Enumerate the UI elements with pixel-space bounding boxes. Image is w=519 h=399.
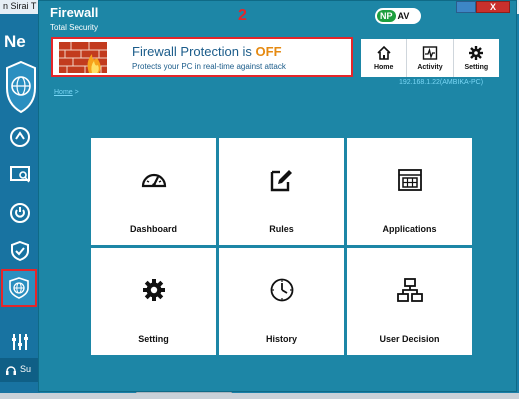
firewall-status-banner: Firewall Protection is OFF Protects your… — [51, 37, 353, 77]
breadcrumb: Home > — [54, 89, 79, 96]
firewall-globe-icon — [9, 277, 29, 299]
gear-icon — [469, 46, 484, 60]
nav-activity-button[interactable]: Activity — [406, 39, 452, 77]
nav-setting-button[interactable]: Setting — [452, 39, 499, 77]
home-icon — [377, 45, 391, 60]
banner-title: Firewall Protection is OFF — [132, 44, 282, 59]
tile-user-decision[interactable]: User Decision — [347, 248, 472, 355]
support-label: Su — [20, 364, 32, 374]
tile-user-decision-label: User Decision — [379, 334, 440, 344]
window-title: Firewall — [50, 5, 99, 20]
headset-icon — [6, 366, 16, 375]
background-title: n Sirai T — [3, 1, 37, 11]
banner-subtitle: Protects your PC in real-time against at… — [132, 62, 286, 71]
edit-icon — [270, 170, 292, 192]
nav-home-button[interactable]: Home — [361, 39, 406, 77]
sidebar-tools-icon[interactable] — [5, 327, 35, 357]
firewall-feature-grid: Dashboard Rules Applications Setting His… — [91, 138, 472, 355]
tile-setting[interactable]: Setting — [91, 248, 216, 355]
logo-np: NP — [377, 10, 396, 22]
sidebar-scan-icon[interactable] — [5, 122, 35, 152]
sidebar-monitor-icon[interactable] — [5, 160, 35, 190]
tile-history-label: History — [265, 334, 297, 344]
tile-applications[interactable]: Applications — [347, 138, 472, 245]
sidebar-update-icon[interactable] — [5, 198, 35, 228]
annotation-marker-2: 2 — [238, 7, 247, 24]
nav-activity-label: Activity — [417, 64, 443, 71]
host-address: 192.168.1.22(AMBIKA-PC) — [399, 79, 484, 86]
nav-home-label: Home — [373, 64, 394, 71]
background-brand: Ne — [4, 32, 26, 51]
tile-setting-label: Setting — [138, 334, 169, 344]
tile-history[interactable]: History — [219, 248, 344, 355]
firewall-status-text: OFF — [255, 44, 282, 59]
logo-av: AV — [397, 11, 410, 21]
shield-globe-icon — [6, 60, 36, 114]
applications-icon — [397, 169, 422, 191]
minimize-button[interactable] — [456, 1, 476, 13]
speedometer-icon — [141, 173, 166, 188]
window-subtitle: Total Security — [50, 23, 99, 32]
background-sidebar: Ne — [0, 14, 40, 399]
breadcrumb-home-link[interactable]: Home — [54, 89, 73, 96]
tile-rules-label: Rules — [269, 224, 294, 234]
clock-icon — [270, 278, 293, 302]
tile-dashboard-label: Dashboard — [129, 224, 177, 234]
npav-logo: NP AV — [375, 8, 421, 24]
breadcrumb-separator: > — [74, 89, 79, 96]
background-bottom-strip — [0, 393, 519, 399]
firewall-wall-icon — [59, 42, 107, 73]
sidebar-protection-icon[interactable] — [5, 236, 35, 266]
nav-setting-label: Setting — [464, 64, 489, 71]
banner-title-prefix: Firewall Protection is — [132, 44, 256, 59]
close-button[interactable]: X — [476, 1, 510, 13]
tile-applications-label: Applications — [382, 224, 437, 234]
top-navigation: Home Activity Setting — [361, 39, 499, 77]
tile-rules[interactable]: Rules — [219, 138, 344, 245]
network-icon — [396, 278, 423, 302]
activity-icon — [422, 46, 438, 60]
firewall-window: Firewall Total Security 2 NP AV X Firewa… — [38, 0, 517, 392]
sidebar-firewall-button[interactable] — [1, 269, 37, 307]
tile-dashboard[interactable]: Dashboard — [91, 138, 216, 245]
support-button[interactable]: Su — [0, 358, 40, 382]
gear-icon — [142, 279, 165, 301]
